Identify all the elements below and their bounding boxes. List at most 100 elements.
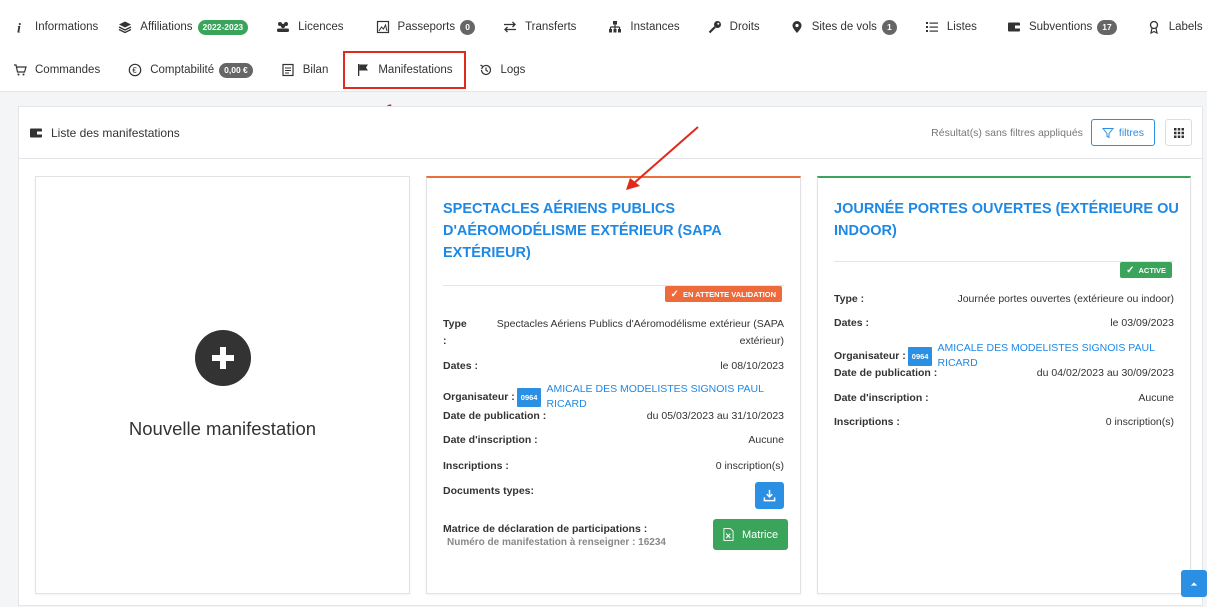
tab-label: Logs [500,64,526,76]
type-key: Type : [834,293,865,305]
tab-droits[interactable]: Droits [699,12,769,42]
inscriptions-value: 0 inscription(s) [715,460,784,472]
type-value-line: extérieur) [739,335,784,347]
excel-file-icon [723,528,734,541]
tab-comptabilite[interactable]: € Comptabilité 0,00 € [119,55,262,85]
tab-listes[interactable]: Listes [916,12,986,42]
tab-informations[interactable]: i Informations [4,12,107,42]
chevron-up-icon [1190,581,1198,586]
tab-labels[interactable]: Labels1 [1138,12,1207,42]
type-key-text: Type [443,318,467,330]
dates-row: Dates : le 08/10/2023 [443,359,784,374]
tab-passeports[interactable]: Passeports 0 [367,12,485,42]
type-value-line: Spectacles Aériens Publics d'Aéromodélis… [496,318,784,330]
publication-row: Date de publication : du 05/03/2023 au 3… [443,409,784,424]
history-icon [479,63,493,77]
card-title-line: D'AÉROMODÉLISME EXTÉRIEUR (SAPA [443,223,722,239]
key-icon [708,20,722,34]
tab-label: Instances [630,21,680,33]
tab-bilan[interactable]: Bilan [272,55,338,85]
tab-licences[interactable]: Licences [267,12,352,42]
tab-sites[interactable]: Sites de vols 1 [781,12,906,42]
card-title-line: JOURNÉE PORTES OUVERTES (EXTÉRIEURE OU [834,201,1179,217]
publication-value: du 04/02/2023 au 30/09/2023 [1036,367,1174,379]
tab-label: Informations [35,21,99,33]
wallet-icon [29,126,43,140]
card-title[interactable]: SPECTACLES AÉRIENS PUBLICS D'AÉROMODÉLIS… [443,198,722,264]
tab-logs[interactable]: Logs [470,55,535,85]
publication-value: du 05/03/2023 au 31/10/2023 [646,410,784,422]
publication-key: Date de publication : [443,410,547,422]
matrice-number-text: Numéro de manifestation à renseigner : 1… [447,537,666,548]
inscription-date-value: Aucune [748,434,784,446]
tab-commandes[interactable]: Commandes [4,55,109,85]
download-button[interactable] [755,482,784,509]
count-badge: 2022-2023 [197,19,249,35]
wallet-icon [1007,20,1021,34]
filter-button[interactable]: filtres [1090,119,1155,146]
list-icon [925,20,939,34]
tab-label: Passeports [397,21,456,33]
tab-affiliations[interactable]: Affiliations 2022-2023 [109,12,257,42]
tab-label: Droits [729,21,760,33]
tab-label: Licences [298,21,344,33]
dates-row: Dates : le 03/09/2023 [834,316,1174,331]
check-icon: ✓ [670,288,679,300]
document-icon [281,63,295,77]
type-value: Spectacles Aériens Publics d'Aéromodélis… [497,316,784,350]
count-badge: 1 [881,19,897,35]
publication-row: Date de publication : du 04/02/2023 au 3… [834,366,1174,381]
panel-header-actions: Résultat(s) sans filtres appliqués filtr… [931,119,1192,146]
tab-manifestations[interactable]: Manifestations [343,51,466,89]
tab-label: Affiliations [140,21,193,33]
inscription-date-key: Date d'inscription : [834,392,929,404]
map-pin-icon [790,20,804,34]
tab-subventions[interactable]: Subventions 17 [998,12,1126,42]
new-manifestation-card[interactable]: Nouvelle manifestation [35,176,410,594]
swap-icon [503,20,517,34]
documents-key: Documents types: [443,485,535,497]
inscriptions-row: Inscriptions : 0 inscription(s) [834,415,1174,430]
card-title-line: INDOOR) [834,223,897,239]
panel-title: Liste des manifestations [29,126,180,140]
organisateur-number: 0964 [516,387,542,407]
result-text: Résultat(s) sans filtres appliqués [931,126,1083,139]
plus-icon [194,330,251,386]
tab-label: Subventions [1028,21,1093,33]
nav-row-2: Commandes € Comptabilité 0,00 € Bilan Manifes… [4,47,534,93]
tab-transferts[interactable]: Transferts [494,12,585,42]
tab-label: Listes [946,21,977,33]
organisateur: Organisateur : 0964 AMICALE DES MODELIST… [443,382,784,412]
organisateur-link[interactable]: AMICALE DES MODELISTES SIGNOIS PAUL RICA… [546,382,784,412]
tab-label: Commandes [35,64,101,76]
organisateur-row: Organisateur : 0964 AMICALE DES MODELIST… [443,382,784,412]
inscriptions-key: Inscriptions : [834,416,900,428]
status-label: ACTIVE [1138,265,1166,275]
top-nav: i Informations Affiliations 2022-2023 Licenc… [0,0,1207,92]
type-key: Type : [443,316,467,350]
tab-label: Comptabilité [150,64,215,76]
count-badge: 0 [460,19,476,35]
tab-label: Transferts [525,21,577,33]
type-key-colon: : [443,335,447,347]
filter-icon [1101,127,1114,138]
inscriptions-value: 0 inscription(s) [1105,416,1174,428]
status-badge: ✓ EN ATTENTE VALIDATION [664,286,782,302]
scroll-to-top-button[interactable] [1181,570,1207,597]
grid-view-button[interactable] [1165,119,1192,146]
manifestation-card-sapa: SPECTACLES AÉRIENS PUBLICS D'AÉROMODÉLIS… [426,176,801,594]
tab-label: Labels [1168,21,1203,33]
documents-row: Documents types: [443,484,784,499]
svg-text:€: € [132,66,137,75]
status-badge: ✓ ACTIVE [1120,262,1172,278]
tab-instances[interactable]: Instances [599,12,688,42]
type-row: Type : Spectacles Aériens Publics d'Aéro… [443,316,784,350]
inscription-date-key: Date d'inscription : [443,434,538,446]
matrice-button[interactable]: Matrice [713,519,789,550]
grid-icon [1173,127,1184,138]
tab-label: Sites de vols [811,21,877,33]
organisateur-key: Organisateur : [443,390,515,403]
dates-value: le 03/09/2023 [1110,317,1174,329]
tab-label: Bilan [302,64,329,76]
card-title[interactable]: JOURNÉE PORTES OUVERTES (EXTÉRIEURE OU I… [834,198,1179,242]
